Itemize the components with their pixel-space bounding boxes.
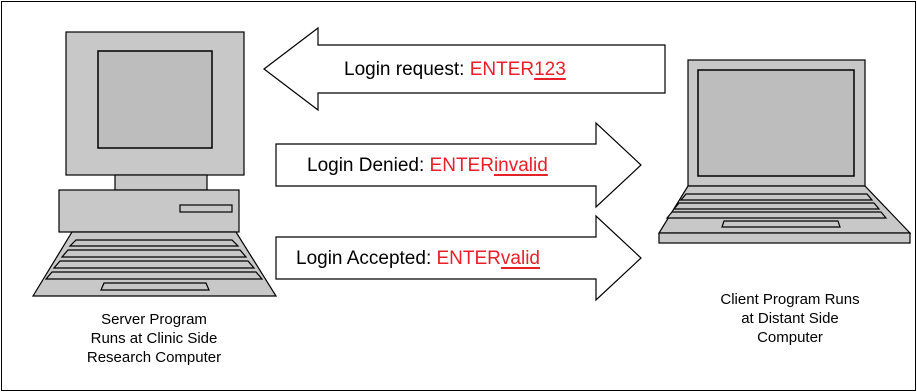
- server-caption-line-1: Server Program: [101, 311, 207, 328]
- server-caption-line-2: Runs at Clinic Side: [90, 330, 218, 347]
- login-accepted-label: Login Accepted:: [296, 248, 437, 269]
- laptop-base: [658, 232, 911, 244]
- server-monitor-neck: [114, 174, 208, 191]
- login-request-label: Login request:: [344, 59, 470, 80]
- login-accepted-message: Login Accepted: ENTERvalid: [296, 248, 540, 270]
- login-accepted-code-suffix: valid: [500, 248, 540, 269]
- client-caption-line-1: Client Program Runs: [720, 291, 860, 308]
- login-denied-code-prefix: ENTER: [429, 155, 494, 176]
- server-computer-icon: [31, 31, 278, 297]
- client-caption-line-3: Computer: [757, 329, 823, 346]
- login-request-message: Login request: ENTER123: [344, 59, 566, 81]
- laptop-screen: [697, 69, 855, 177]
- login-request-code-prefix: ENTER: [469, 59, 535, 80]
- client-caption: Client Program Runs at Distant Side Comp…: [700, 290, 880, 347]
- login-denied-code-suffix: invalid: [493, 155, 548, 176]
- login-denied-message: Login Denied: ENTERinvalid: [307, 155, 548, 177]
- login-request-code-suffix: 123: [534, 59, 566, 80]
- login-denied-label: Login Denied:: [307, 155, 430, 176]
- server-caption: Server Program Runs at Clinic Side Resea…: [64, 310, 244, 367]
- server-screen: [97, 50, 213, 149]
- server-caption-line-3: Research Computer: [86, 349, 222, 366]
- server-drive-slot: [179, 204, 233, 213]
- client-caption-line-2: at Distant Side: [741, 310, 839, 327]
- login-accepted-code-prefix: ENTER: [436, 248, 501, 269]
